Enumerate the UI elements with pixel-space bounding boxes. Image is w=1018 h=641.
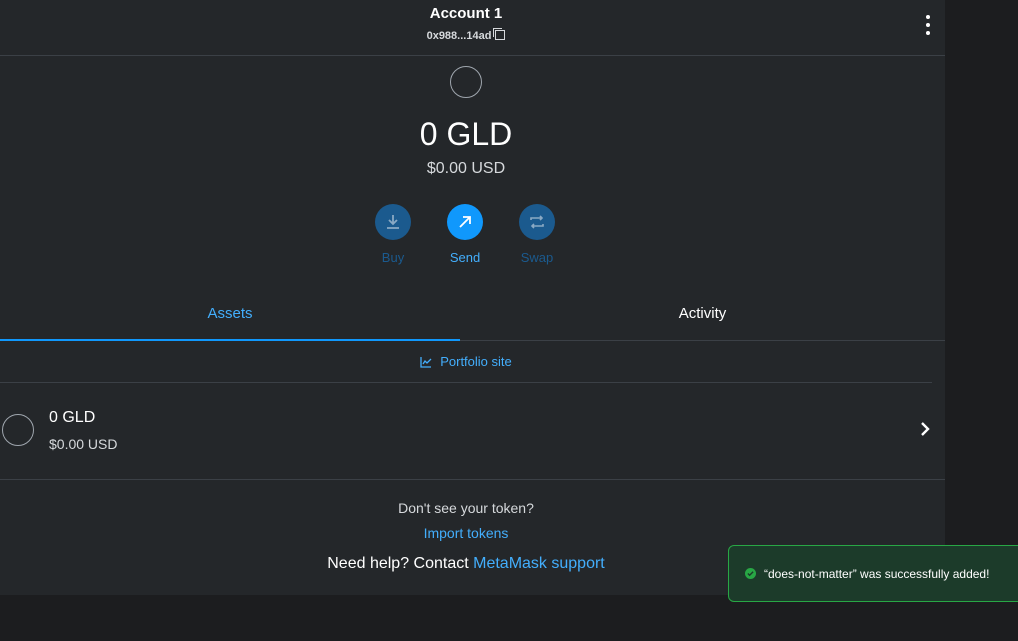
swap-button[interactable]: Swap [507, 204, 567, 265]
send-button[interactable]: Send [435, 204, 495, 265]
portfolio-site-link[interactable]: Portfolio site [0, 341, 932, 383]
account-header: Account 1 0x988...14ad [0, 0, 945, 56]
import-tokens-link[interactable]: Import tokens [0, 525, 932, 541]
account-name[interactable]: Account 1 [0, 5, 932, 22]
help-prefix: Need help? Contact [327, 555, 474, 572]
buy-label: Buy [381, 250, 405, 265]
swap-icon [519, 204, 555, 240]
tab-assets[interactable]: Assets [0, 290, 460, 341]
metamask-support-link[interactable]: MetaMask support [473, 555, 605, 572]
buy-icon [375, 204, 411, 240]
send-label: Send [449, 250, 481, 265]
toast-message: “does-not-matter” was successfully added… [764, 566, 990, 581]
chevron-right-icon[interactable] [920, 421, 930, 437]
success-toast: “does-not-matter” was successfully added… [728, 545, 1018, 602]
asset-fiat-value: $0.00 USD [49, 436, 118, 452]
account-address-row[interactable]: 0x988...14ad [0, 28, 932, 42]
fiat-balance: $0.00 USD [426, 160, 506, 177]
chart-icon [420, 356, 432, 368]
check-circle-icon [745, 568, 756, 579]
tab-bar: Assets Activity [0, 290, 945, 341]
asset-avatar [2, 414, 34, 446]
account-address[interactable]: 0x988...14ad [427, 30, 492, 42]
dont-see-token-text: Don't see your token? [398, 500, 534, 516]
wallet-panel: Account 1 0x988...14ad 0 GLD $0.00 USD B… [0, 0, 945, 595]
send-arrow-icon [447, 204, 483, 240]
swap-label: Swap [520, 250, 554, 265]
portfolio-site-label: Portfolio site [440, 354, 512, 369]
tab-activity[interactable]: Activity [460, 290, 945, 340]
token-balance: 0 GLD [419, 116, 513, 152]
token-avatar [450, 66, 482, 98]
asset-name: 0 GLD [49, 409, 96, 426]
asset-list-item[interactable]: 0 GLD $0.00 USD [0, 383, 945, 480]
kebab-menu-icon[interactable] [923, 15, 933, 35]
buy-button[interactable]: Buy [363, 204, 423, 265]
copy-icon[interactable] [493, 28, 506, 40]
